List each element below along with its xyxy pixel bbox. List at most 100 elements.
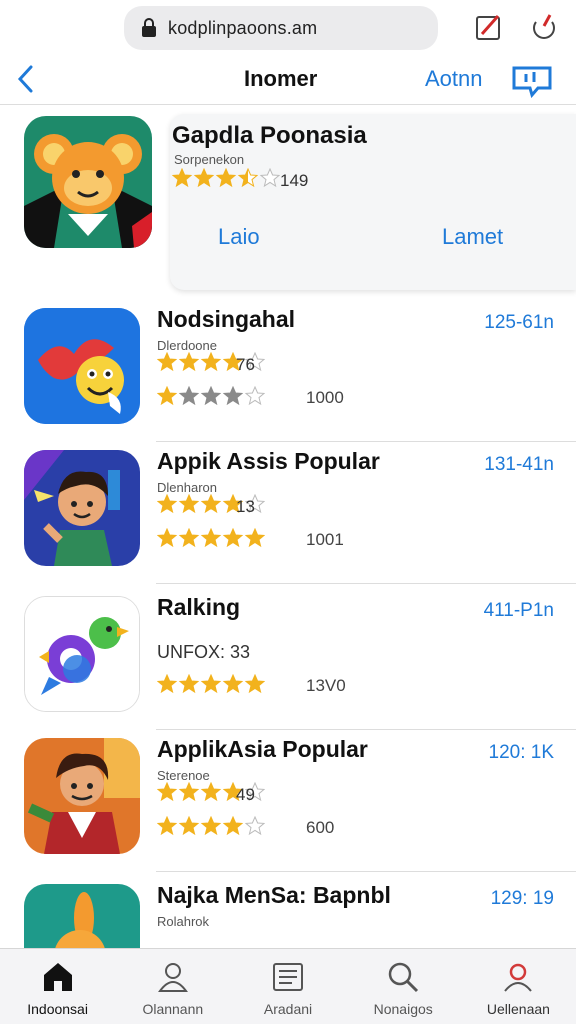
cart-icon[interactable] <box>510 62 554 98</box>
address-bar[interactable]: kodplinpaoons.am <box>124 6 438 50</box>
app-subtitle: Rolahrok <box>157 914 210 929</box>
url-text: kodplinpaoons.am <box>168 17 318 38</box>
back-chevron-icon[interactable] <box>14 64 38 94</box>
bottom-tab-bar: Indoonsai Olannann Aradani Nonaigos Uell… <box>0 948 576 1024</box>
app-name[interactable]: Ralking <box>157 594 240 621</box>
app-subtitle: Dlenharon <box>157 480 217 495</box>
star-icon <box>223 386 243 406</box>
app-size-label[interactable]: 125-61n <box>484 312 554 334</box>
star-icon <box>245 528 265 548</box>
star-icon <box>201 674 221 694</box>
download-count: 1001 <box>306 530 344 549</box>
row-divider <box>156 871 576 872</box>
star-icon <box>179 816 199 836</box>
app-subtitle: UNFOX: 33 <box>157 642 251 662</box>
tab-home[interactable]: Indoonsai <box>0 949 115 1024</box>
secondary-rating-stars <box>157 386 265 406</box>
download-count: 600 <box>306 818 335 837</box>
person-icon <box>157 963 188 992</box>
warrior-character-icon[interactable] <box>24 738 140 854</box>
home-icon <box>43 963 72 991</box>
app-list-item[interactable]: ApplikAsia Popular Sterenoe 49 600 120: … <box>0 730 576 872</box>
featured-rating-stars <box>172 168 280 188</box>
chat-bubble-bird-icon[interactable] <box>24 596 140 712</box>
star-icon <box>179 528 199 548</box>
star-icon <box>260 168 280 188</box>
lock-icon <box>142 18 156 37</box>
star-icon <box>172 168 192 188</box>
star-icon <box>157 494 177 514</box>
app-list-item[interactable]: Appik Assis Popular Dlenharon 13 1001 13… <box>0 442 576 584</box>
rating-count: 49 <box>236 785 255 804</box>
app-size-label[interactable]: 411-P1n <box>484 600 554 622</box>
star-icon <box>179 494 199 514</box>
app-list-item[interactable]: Ralking UNFOX: 33 13V0 411-P1n <box>0 588 576 730</box>
app-size-label[interactable]: 120: 1K <box>489 742 555 764</box>
app-size-label[interactable]: 131-41n <box>484 454 554 476</box>
featured-left-button[interactable]: Laio <box>218 224 260 250</box>
featured-rating-count: 149 <box>280 171 309 190</box>
nav-divider <box>0 104 576 105</box>
navigation-bar: Inomer Aotnn <box>0 56 576 104</box>
app-name[interactable]: Nodsingahal <box>157 306 295 333</box>
star-icon <box>157 386 177 406</box>
tab-list[interactable]: Aradani <box>230 949 345 1024</box>
app-subtitle: Sterenoe <box>157 768 210 783</box>
star-icon <box>157 352 177 372</box>
featured-app-card[interactable]: Gapdla Poonasia Sorpenekon 149 Laio Lame… <box>0 110 576 290</box>
star-icon <box>223 816 243 836</box>
download-count: 1000 <box>306 388 344 407</box>
tab-label: Olannann <box>142 1001 204 1017</box>
tab-people[interactable]: Olannann <box>115 949 230 1024</box>
tab-search[interactable]: Nonaigos <box>346 949 461 1024</box>
search-icon <box>388 962 419 993</box>
secondary-rating-stars <box>157 816 265 836</box>
app-list-item[interactable]: Nodsingahal Dlerdoone 76 1000 125-61n <box>0 300 576 442</box>
star-icon <box>201 352 221 372</box>
row-divider <box>156 583 576 584</box>
rating-count: 76 <box>236 355 255 374</box>
star-icon <box>179 674 199 694</box>
rating-count: 13 <box>236 497 255 516</box>
featured-right-button[interactable]: Lamet <box>442 224 503 250</box>
star-icon <box>157 674 177 694</box>
star-icon <box>201 782 221 802</box>
star-icon <box>245 816 265 836</box>
star-icon <box>201 494 221 514</box>
app-size-label[interactable]: 129: 19 <box>491 888 554 910</box>
app-name[interactable]: Najka MenSa: Bapnbl <box>157 882 391 909</box>
star-icon <box>216 168 236 188</box>
star-icon <box>245 674 265 694</box>
profile-icon <box>504 963 533 992</box>
page-title: Inomer <box>244 66 318 91</box>
reload-icon[interactable] <box>528 12 558 42</box>
nav-action-link[interactable]: Aotnn <box>425 66 483 92</box>
star-icon <box>201 528 221 548</box>
star-icon <box>194 168 214 188</box>
app-subtitle: Dlerdoone <box>157 338 217 353</box>
tab-profile[interactable]: Uellenaan <box>461 949 576 1024</box>
star-icon <box>179 782 199 802</box>
tab-label: Indoonsai <box>27 1001 88 1017</box>
download-count: 13V0 <box>306 676 346 695</box>
featured-app-subtitle: Sorpenekon <box>174 152 245 167</box>
tab-label: Uellenaan <box>486 1001 550 1017</box>
star-icon <box>245 386 265 406</box>
star-icon <box>157 782 177 802</box>
star-icon <box>179 352 199 372</box>
secondary-rating-stars <box>157 674 265 694</box>
edit-icon[interactable] <box>474 12 504 42</box>
star-icon <box>223 528 243 548</box>
hero-character-icon[interactable] <box>24 450 140 566</box>
list-icon <box>273 963 303 991</box>
star-icon <box>201 386 221 406</box>
secondary-rating-stars <box>157 528 265 548</box>
app-name[interactable]: ApplikAsia Popular <box>157 736 368 763</box>
featured-app-name[interactable]: Gapdla Poonasia <box>172 122 367 150</box>
bird-emoji-icon[interactable] <box>24 308 140 424</box>
monkey-mascot-icon[interactable] <box>24 116 152 248</box>
app-name[interactable]: Appik Assis Popular <box>157 448 380 475</box>
star-icon <box>179 386 199 406</box>
star-icon <box>223 674 243 694</box>
tab-label: Nonaigos <box>373 1001 433 1017</box>
